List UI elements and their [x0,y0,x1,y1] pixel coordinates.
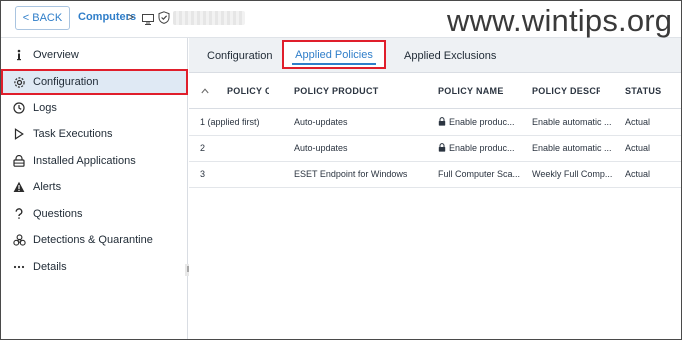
tab-bar: Configuration Applied Policies Applied E… [189,38,681,73]
sidebar-item-questions[interactable]: Questions [1,201,188,227]
main-content: Configuration Applied Policies Applied E… [189,38,681,339]
sort-ascending-icon[interactable] [201,87,209,96]
lock-icon [438,117,446,128]
cell-name: Enable produc... [438,143,515,154]
tab-applied-exclusions[interactable]: Applied Exclusions [404,38,496,73]
cell-description: Weekly Full Comp... [532,169,613,179]
cell-product: ESET Endpoint for Windows [294,169,408,179]
apps-lock-icon [12,154,26,168]
sidebar-item-label: Details [33,261,67,273]
sidebar-item-details[interactable]: Details [1,254,188,280]
cell-name-text: Enable produc... [449,143,515,153]
sidebar-item-label: Alerts [33,181,62,193]
cell-order: 1 (applied first) [200,117,260,127]
back-button[interactable]: < BACK [15,6,70,30]
breadcrumb-chevron-icon: > [127,10,135,24]
cell-order: 3 [200,169,206,179]
cell-description: Enable automatic ... [532,117,612,127]
sidebar-item-configuration[interactable]: Configuration [1,69,188,95]
sidebar-item-overview[interactable]: Overview [1,42,188,68]
cell-description: Enable automatic ... [532,143,612,153]
table-row[interactable]: 2 Auto-updates Enable produc... Enable a… [189,136,681,162]
cell-status: Actual [625,169,651,179]
column-header-policy-name[interactable]: POLICY NAME [438,86,504,96]
column-header-status[interactable]: STATUS [625,86,661,96]
cell-product: Auto-updates [294,117,348,127]
computer-name-redacted [173,11,245,25]
sidebar-item-detections-quarantine[interactable]: Detections & Quarantine [1,227,188,253]
cell-name: Full Computer Sca... [438,169,521,179]
tab-applied-policies[interactable]: Applied Policies [282,40,386,69]
table-row[interactable]: 3 ESET Endpoint for Windows Full Compute… [189,162,681,188]
sidebar-item-alerts[interactable]: Alerts [1,174,188,200]
lock-icon [438,143,446,154]
alert-icon [12,180,26,194]
sidebar-item-label: Installed Applications [33,155,136,167]
cell-product: Auto-updates [294,143,348,153]
monitor-icon [142,12,154,30]
gear-icon [12,75,26,89]
more-icon [12,260,26,274]
sidebar-item-installed-applications[interactable]: Installed Applications [1,148,188,174]
sidebar-item-label: Detections & Quarantine [33,234,153,246]
cell-order: 2 [200,143,206,153]
cell-name: Enable produc... [438,117,515,128]
shield-check-icon [158,11,170,29]
sidebar-item-label: Questions [33,208,83,220]
info-icon [12,48,26,62]
watermark: www.wintips.org [447,3,673,38]
cell-status: Actual [625,143,651,153]
play-icon [12,127,26,141]
biohazard-icon [12,233,26,247]
table-header: POLICY O POLICY PRODUCT POLICY NAME POLI… [189,74,681,109]
table-row[interactable]: 1 (applied first) Auto-updates Enable pr… [189,110,681,136]
cell-status: Actual [625,117,651,127]
column-header-policy-product[interactable]: POLICY PRODUCT [294,86,379,96]
sidebar: Overview Configuration Logs Task Executi… [1,38,191,339]
clock-icon [12,101,26,115]
tab-configuration[interactable]: Configuration [207,38,272,73]
sidebar-item-label: Task Executions [33,128,113,140]
cell-name-text: Enable produc... [449,117,515,127]
column-header-policy-description[interactable]: POLICY DESCRI [532,86,600,96]
sidebar-item-label: Overview [33,49,79,61]
column-header-policy-order[interactable]: POLICY O [227,86,269,96]
question-icon [12,207,26,221]
sidebar-item-task-executions[interactable]: Task Executions [1,121,188,147]
sidebar-item-label: Logs [33,102,57,114]
top-bar: < BACK Computers > www.wintips.org [1,1,681,38]
sidebar-item-label: Configuration [33,76,99,88]
sidebar-item-logs[interactable]: Logs [1,95,188,121]
